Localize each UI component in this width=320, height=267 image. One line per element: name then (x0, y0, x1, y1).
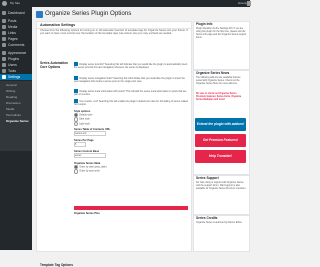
premium-promo-banner[interactable]: Get Premium Features! (195, 134, 246, 147)
dashboard-icon (2, 11, 6, 15)
comments-icon (2, 43, 6, 47)
style-light-radio[interactable] (74, 121, 79, 126)
option-row: Display series navigation links? Selecti… (74, 76, 188, 84)
template-tag-section-label: Template Tag Options (40, 263, 73, 267)
howdy-user-link[interactable]: Howdy (238, 0, 247, 7)
intro-text: Choose from the following options for tu… (40, 29, 188, 36)
option-row: Use custom .css? Selecting this will ena… (74, 99, 188, 107)
users-icon (2, 63, 6, 67)
site-name-link[interactable]: My Site (10, 0, 20, 7)
series-news-alert: Be sure to check out Organize Series Pre… (196, 93, 242, 101)
order-by-post-radio[interactable] (74, 169, 79, 174)
series-support-text: For help using or support with Organize … (196, 182, 247, 190)
style-option-label: Dark style (79, 118, 90, 122)
submenu-permalinks[interactable]: Permalinks (0, 113, 32, 118)
panel-title: Automation Settings (40, 23, 76, 27)
radio-label: Order by post order (79, 170, 100, 174)
submenu-media[interactable]: Media (0, 107, 32, 112)
plugins-icon (2, 57, 6, 61)
option-text: Use custom .css? Selecting this will ena… (74, 99, 189, 107)
style-dark-radio[interactable] (74, 117, 79, 122)
panel-header: Automation Settings (37, 22, 191, 29)
menu-item-settings[interactable]: Settings (0, 74, 32, 80)
option-row: Display series post list? Selecting this… (74, 62, 188, 70)
series-news-title: Organize Series News (196, 71, 230, 75)
avatar[interactable] (247, 1, 251, 6)
option-text: Display series navigation links? Selecti… (74, 76, 185, 84)
style-options: Style options Default style Dark style L… (74, 110, 188, 126)
option-text: Display series meta information with pos… (74, 89, 187, 97)
series-toc-url-input[interactable]: /series-toc/ (74, 131, 106, 137)
plugin-logo-icon (36, 11, 43, 18)
option-text: Display series post list? Selecting this… (74, 62, 188, 70)
organize-plus-row: Organize Series Plus (74, 212, 188, 215)
links-icon (2, 31, 6, 35)
series-per-page-input[interactable]: 5 (74, 142, 86, 148)
series-credits-box: Series Credits Organize Series is author… (193, 215, 250, 252)
media-icon (2, 25, 6, 29)
series-credits-text: Organize Series is authored by Darren Et… (196, 222, 243, 224)
red-highlight-bar (74, 206, 188, 210)
series-meta-row: Organize Series Meta Order by date (post… (74, 162, 188, 174)
plugin-info-title: Plugin Info (196, 22, 213, 26)
page-title: Organize Series Plugin Options (45, 10, 132, 17)
style-option-label: Light style (79, 122, 90, 126)
menu-item-dashboard[interactable]: Dashboard (0, 10, 32, 16)
section-label: Series Automation Core Options (40, 61, 69, 69)
automation-settings-panel: Automation Settings Choose from the foll… (36, 21, 192, 267)
menu-item-comments[interactable]: Comments (0, 42, 32, 48)
series-support-title: Series Support (196, 176, 219, 180)
plugin-info-text: Plugin Identifier via the Settings API. … (196, 28, 247, 39)
series-custom-base-input[interactable]: series (74, 153, 106, 159)
series-credits-title: Series Credits (196, 216, 218, 220)
submenu-reading[interactable]: Reading (0, 95, 32, 100)
series-toc-url-row: Series Table of Contents URL /series-toc… (74, 128, 188, 137)
appearance-icon (2, 51, 6, 55)
submenu-organize-series[interactable]: Organize Series (0, 119, 32, 124)
wordpress-logo-icon[interactable] (2, 1, 7, 6)
submenu-general[interactable]: General (0, 83, 32, 88)
admin-bar: My Site Howdy (0, 0, 251, 7)
series-support-box: Series Support For help using or support… (193, 175, 250, 215)
series-custom-base-row: Series Custom Base series (74, 150, 188, 159)
series-per-page-row: Series Per Page 5 (74, 139, 188, 148)
pages-icon (2, 37, 6, 41)
plugin-info-box: Plugin Info Plugin Identifier via the Se… (193, 21, 250, 70)
translate-promo-banner[interactable]: Help Translate! (195, 150, 246, 163)
posts-icon (2, 19, 6, 23)
addons-promo-banner[interactable]: Extend the plugin with addons! (195, 118, 246, 131)
tools-icon (2, 69, 6, 73)
admin-menu: Dashboard Posts Media Links Pages Commen… (0, 7, 32, 250)
settings-icon (2, 75, 6, 79)
option-row: Display series meta information with pos… (74, 89, 188, 97)
series-per-page-label: Series Per Page (74, 139, 94, 142)
series-news-text: The following add-ons are available that… (196, 77, 241, 85)
submenu-writing[interactable]: Writing (0, 89, 32, 94)
settings-submenu: General Writing Reading Discussion Media… (0, 81, 32, 151)
submenu-discussion[interactable]: Discussion (0, 101, 32, 106)
organize-plus-label: Organize Series Plus (74, 212, 100, 215)
